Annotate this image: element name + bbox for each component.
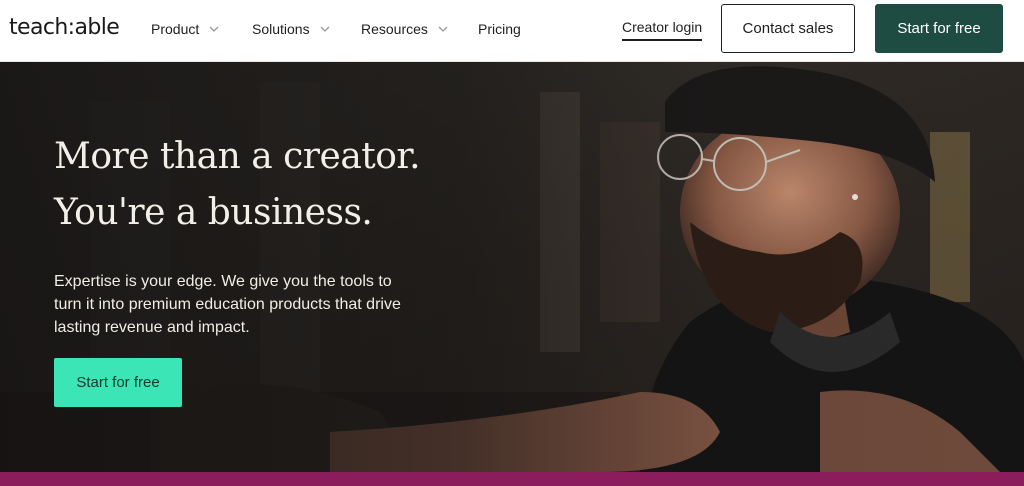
start-for-free-hero-button[interactable]: Start for free — [54, 358, 182, 407]
creator-login-link[interactable]: Creator login — [622, 19, 702, 35]
top-navigation: teach:able Product Solutions Resources P… — [0, 0, 1024, 62]
nav-product[interactable]: Product — [151, 19, 219, 39]
nav-pricing[interactable]: Pricing — [478, 19, 521, 39]
chevron-down-icon — [320, 26, 330, 32]
hero-title-line-2: You're a business. — [54, 192, 373, 233]
hero-description-line: Expertise is your edge. We give you the … — [54, 273, 392, 290]
nav-resources[interactable]: Resources — [361, 19, 448, 39]
contact-sales-button[interactable]: Contact sales — [721, 4, 855, 53]
hero-description: Expertise is your edge. We give you the … — [54, 270, 454, 339]
bottom-color-band — [0, 472, 1024, 486]
nav-solutions[interactable]: Solutions — [252, 19, 330, 39]
hero-description-line: lasting revenue and impact. — [54, 319, 250, 336]
chevron-down-icon — [438, 26, 448, 32]
hero-background-image — [0, 62, 1024, 472]
start-for-free-nav-button[interactable]: Start for free — [875, 4, 1003, 53]
hero-section: More than a creator. You're a business. … — [0, 62, 1024, 472]
nav-product-label: Product — [151, 21, 200, 37]
nav-resources-label: Resources — [361, 21, 428, 37]
chevron-down-icon — [209, 26, 219, 32]
nav-solutions-label: Solutions — [252, 21, 310, 37]
teachable-logo[interactable]: teach:able — [9, 15, 120, 40]
hero-title-line-1: More than a creator. — [54, 136, 421, 177]
nav-pricing-label: Pricing — [478, 21, 521, 37]
creator-login-underline — [622, 39, 702, 41]
hero-description-line: turn it into premium education products … — [54, 296, 401, 313]
